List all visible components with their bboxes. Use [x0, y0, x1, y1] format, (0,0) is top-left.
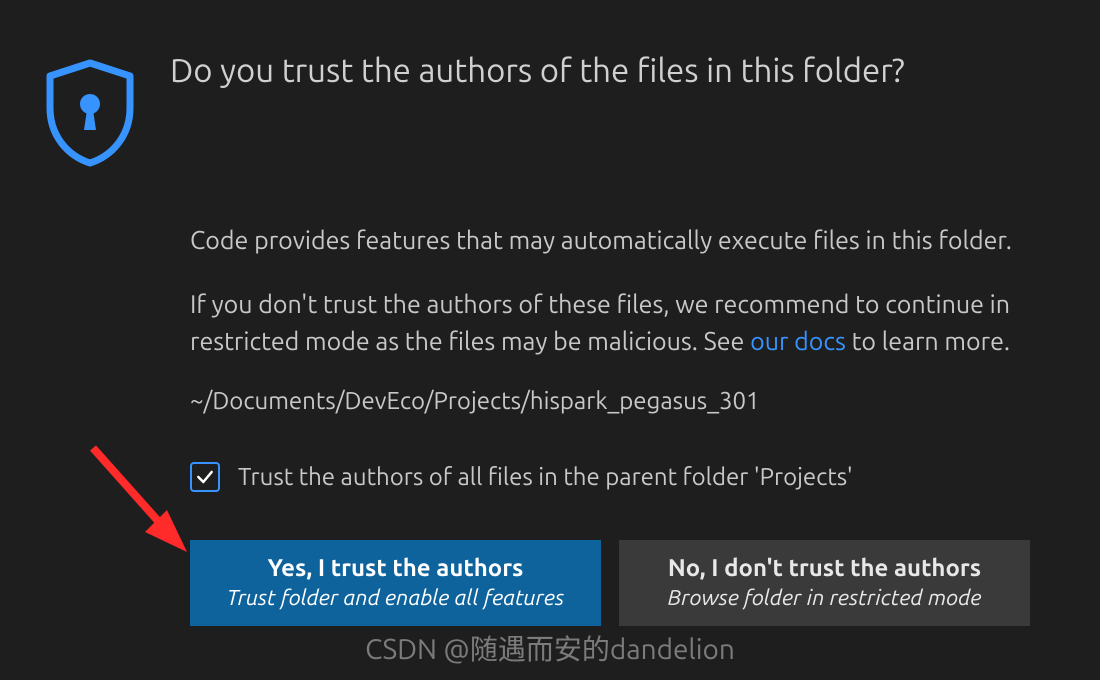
dialog-header: Do you trust the authors of the files in…: [40, 50, 1060, 172]
trust-authors-button[interactable]: Yes, I trust the authors Trust folder an…: [190, 540, 601, 626]
dont-trust-button-title: No, I don't trust the authors: [629, 554, 1020, 581]
paragraph-2-post: to learn more.: [846, 327, 1010, 355]
trust-parent-checkbox-row[interactable]: Trust the authors of all files in the pa…: [190, 462, 1030, 492]
checkbox-icon[interactable]: [190, 462, 220, 492]
docs-link[interactable]: our docs: [750, 327, 846, 355]
dialog-body: Code provides features that may automati…: [40, 222, 1060, 492]
trust-button-title: Yes, I trust the authors: [200, 554, 591, 581]
dont-trust-authors-button[interactable]: No, I don't trust the authors Browse fol…: [619, 540, 1030, 626]
dont-trust-button-subtitle: Browse folder in restricted mode: [629, 585, 1020, 610]
shield-icon: [40, 50, 140, 172]
checkbox-label: Trust the authors of all files in the pa…: [238, 463, 853, 490]
workspace-trust-dialog: Do you trust the authors of the files in…: [0, 0, 1100, 656]
dialog-button-row: Yes, I trust the authors Trust folder an…: [40, 540, 1060, 626]
dialog-paragraph-1: Code provides features that may automati…: [190, 222, 1030, 258]
dialog-title: Do you trust the authors of the files in…: [170, 50, 905, 93]
trust-button-subtitle: Trust folder and enable all features: [200, 585, 591, 610]
dialog-paragraph-2: If you don't trust the authors of these …: [190, 286, 1030, 359]
folder-path: ~/Documents/DevEco/Projects/hispark_pega…: [190, 387, 1030, 414]
